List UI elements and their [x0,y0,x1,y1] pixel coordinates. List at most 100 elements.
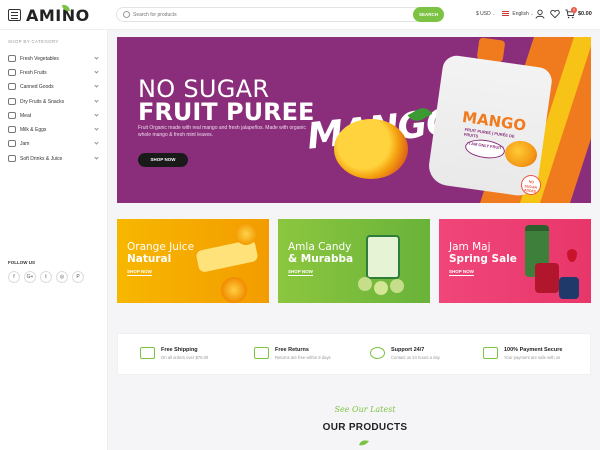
canned-goods-icon [8,83,16,90]
hero-description: Fruit Organic made with real mango and f… [138,125,306,138]
hero-headline-2: FRUIT PUREE [138,98,315,126]
chevron-down-icon: ⌄ [492,11,496,16]
section-title: OUR PRODUCTS [322,422,408,433]
category-label: Fresh Vegetables [20,56,59,62]
category-label: Canned Goods [20,84,54,90]
category-item-meat[interactable]: Meat [8,109,100,123]
mango-fruit-image [334,119,408,179]
promo-orange-juice[interactable]: Orange Juice Natural SHOP NOW [117,219,269,303]
chevron-down-icon [94,69,99,74]
chevron-down-icon [94,83,99,88]
promo-shop-now-link[interactable]: SHOP NOW [288,269,313,276]
heart-icon[interactable] [550,9,560,19]
google-plus-icon[interactable]: G+ [24,271,36,283]
cart-total[interactable]: $0.00 [578,11,592,17]
feature-support: Support 24/7 Contact us 24 hours a day [370,346,480,366]
instagram-icon[interactable]: ◎ [56,271,68,283]
feature-title: Free Returns [275,347,309,353]
facebook-icon[interactable]: f [8,271,20,283]
promo-title-bold: Natural [127,253,172,265]
feature-secure-payment: 100% Payment Secure Your payment are saf… [483,346,593,366]
category-label: Meat [20,113,32,119]
sidebar-title: SHOP BY CATEGORY [8,39,59,44]
feature-free-shipping: Free Shipping On all orders over $75.00 [140,346,250,366]
search-button[interactable]: SEARCH [413,7,444,22]
category-label: Soft Drinks & Juice [20,156,63,162]
milk-icon [8,126,16,133]
search-icon [123,11,130,18]
fruits-icon [8,69,16,76]
promo-shop-now-link[interactable]: SHOP NOW [127,269,152,276]
sidebar: SHOP BY CATEGORY Fresh Vegetables Fresh … [0,30,108,450]
language-label: English [512,11,529,17]
amla-fruit-image [390,279,404,293]
candy-jar-image [366,235,400,279]
category-item-soft-drinks[interactable]: Soft Drinks & Juice [8,152,100,166]
truck-icon [140,347,155,359]
feature-description: Contact us 24 hours a day [391,355,440,360]
strawberry-image [567,249,577,262]
promo-title: Orange Juice Natural [127,241,194,265]
user-icon[interactable] [535,9,545,19]
promo-shop-now-link[interactable]: SHOP NOW [449,269,474,276]
currency-label: $ USD [476,11,491,17]
category-item-fresh-fruits[interactable]: Fresh Fruits [8,66,100,80]
chevron-down-icon [94,98,99,103]
amla-fruit-image [358,277,372,291]
menu-icon[interactable] [8,9,21,21]
promo-title-bold: Spring Sale [449,253,517,265]
feature-title: Free Shipping [161,347,198,353]
amla-fruit-image [374,281,388,295]
category-item-canned-goods[interactable]: Canned Goods [8,80,100,94]
promo-jam-sale[interactable]: Jam Maj Spring Sale SHOP NOW [439,219,591,303]
logo[interactable]: AMINO [26,6,90,25]
feature-title: Support 24/7 [391,347,425,353]
feature-description: Returns are free within 9 days [275,355,331,360]
search-bar: SEARCH [116,7,444,22]
promo-amla-candy[interactable]: Amla Candy & Murabba SHOP NOW [278,219,430,303]
language-selector[interactable]: English ⌄ [502,11,534,17]
twitter-icon[interactable]: t [40,271,52,283]
section-script-title: See Our Latest [334,405,396,414]
feature-free-returns: Free Returns Returns are free within 9 d… [254,346,364,366]
flag-icon [502,11,509,16]
orange-slice-image [221,277,247,303]
chevron-down-icon [94,55,99,60]
chevron-down-icon [94,126,99,131]
header: AMINO SEARCH $ USD ⌄ English ⌄ 0 $0.00 [0,0,600,30]
vegetables-icon [8,55,16,62]
pinterest-icon[interactable]: P [72,271,84,283]
category-label: Dry Fruits & Snacks [20,99,65,105]
drinks-icon [8,155,16,162]
category-label: Milk & Eggs [20,127,47,133]
jam-icon [8,140,16,147]
promo-title-light: Jam Maj [449,241,491,253]
chevron-down-icon [94,155,99,160]
promo-title-bold: & Murabba [288,253,354,265]
cart-count-badge: 0 [571,7,577,13]
category-item-fresh-vegetables[interactable]: Fresh Vegetables [8,52,100,66]
orange-slice-image [235,223,257,245]
jam-jar-image [559,277,579,299]
category-item-dry-fruits[interactable]: Dry Fruits & Snacks [8,95,100,109]
chevron-down-icon: ⌄ [530,11,534,16]
promo-title-light: Amla Candy [288,241,352,253]
promo-title-light: Orange Juice [127,241,195,253]
meat-icon [8,112,16,119]
currency-selector[interactable]: $ USD ⌄ [476,11,495,17]
follow-us-title: FOLLOW US [8,260,35,265]
returns-icon [254,347,269,359]
feature-description: Your payment are safe with us [504,355,561,360]
chevron-down-icon [94,140,99,145]
search-input[interactable] [133,9,393,21]
hero-shop-now-button[interactable]: SHOP NOW [138,153,188,167]
jam-jar-image [535,263,559,293]
chevron-down-icon [94,112,99,117]
category-item-jam[interactable]: Jam [8,137,100,151]
category-label: Fresh Fruits [20,70,47,76]
feature-description: On all orders over $75.00 [161,355,209,360]
promo-title: Jam Maj Spring Sale [449,241,517,265]
leaf-divider-icon [359,440,369,446]
headset-icon [370,347,385,359]
category-item-milk-eggs[interactable]: Milk & Eggs [8,123,100,137]
